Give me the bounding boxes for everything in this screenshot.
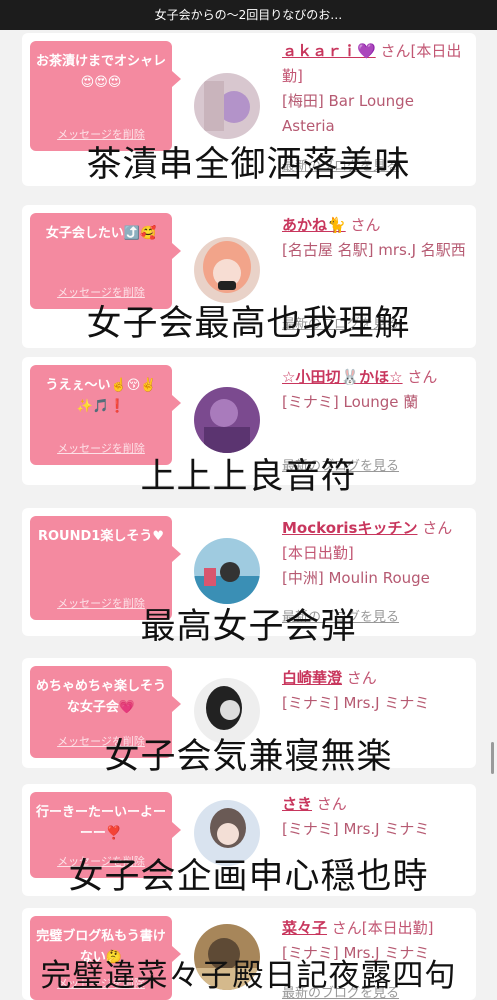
overlay-caption: 女子会気兼寝無楽 xyxy=(104,737,393,777)
avatar[interactable] xyxy=(194,387,260,453)
profile-honorific: さん xyxy=(316,795,347,813)
profile-honorific: さん xyxy=(407,368,438,386)
message-text: 行ーきーたーいーよーーー❣️ xyxy=(36,805,167,841)
profile-info: ａｋａｒｉ💜 さん[本日出勤] [梅田] Bar Lounge Asteria xyxy=(282,39,468,139)
profile-info: あかね🐈 さん [名古屋 名駅] mrs.J 名駅西 xyxy=(282,213,468,263)
profile-info: 白崎華澄 さん [ミナミ] Mrs.J ミナミ xyxy=(282,666,468,716)
message-text: うえぇ〜い☝️😚✌️✨🎵❗ xyxy=(45,378,157,414)
profile-honorific: さん xyxy=(350,216,381,234)
overlay-caption: 女子会最高也我理解 xyxy=(86,304,411,344)
profile-honorific: さん xyxy=(346,669,377,687)
profile-name-link[interactable]: 菜々子 xyxy=(282,919,327,937)
profile-honorific: さん[本日出勤] xyxy=(331,919,434,937)
profile-name-link[interactable]: あかね🐈 xyxy=(282,216,346,234)
message-bubble: お茶漬けまでオシャレ😍😍😍 メッセージを削除 xyxy=(30,41,181,151)
profile-info: Mockorisキッチン さん[本日出勤] [中洲] Moulin Rouge xyxy=(282,516,468,591)
profile-name-link[interactable]: ａｋａｒｉ💜 xyxy=(282,42,376,60)
profile-name-link[interactable]: Mockorisキッチン xyxy=(282,519,417,537)
profile-name-link[interactable]: ☆小田切🐰かほ☆ xyxy=(282,368,403,386)
page-title-bar: 女子会からの〜2回目りなびのお… xyxy=(0,0,497,30)
overlay-caption: 完璧違菜々子殿日記夜露四句 xyxy=(40,958,457,994)
overlay-caption: 女子会企画申心穏也時 xyxy=(68,857,429,897)
profile-info: ☆小田切🐰かほ☆ さん [ミナミ] Lounge 蘭 xyxy=(282,365,468,415)
avatar[interactable] xyxy=(194,73,260,139)
avatar[interactable] xyxy=(194,237,260,303)
message-text: 女子会したい⤴️🥰 xyxy=(45,226,157,241)
overlay-caption: 茶漬串全御洒落美味 xyxy=(86,145,411,185)
shop-name: [中洲] Moulin Rouge xyxy=(282,569,430,587)
profile-info: さき さん [ミナミ] Mrs.J ミナミ xyxy=(282,792,468,842)
page-title: 女子会からの〜2回目りなびのお… xyxy=(154,8,343,22)
profile-name-link[interactable]: さき xyxy=(282,795,312,813)
avatar[interactable] xyxy=(194,538,260,604)
shop-name: [ミナミ] Mrs.J ミナミ xyxy=(282,820,430,838)
message-text: ROUND1楽しそう♥ xyxy=(38,529,164,544)
message-text: お茶漬けまでオシャレ😍😍😍 xyxy=(36,54,167,90)
shop-name: [梅田] Bar Lounge Asteria xyxy=(282,92,414,135)
overlay-caption: 上上上良音符 xyxy=(140,457,357,497)
profile-name-link[interactable]: 白崎華澄 xyxy=(282,669,342,687)
shop-name: [名古屋 名駅] mrs.J 名駅西 xyxy=(282,241,466,259)
message-text: めちゃめちゃ楽しそうな女子会💗 xyxy=(36,679,167,715)
overlay-caption: 最高女子会弾 xyxy=(140,607,357,647)
shop-name: [ミナミ] Mrs.J ミナミ xyxy=(282,694,430,712)
shop-name: [ミナミ] Lounge 蘭 xyxy=(282,393,419,411)
scrollbar-thumb[interactable] xyxy=(491,742,494,774)
